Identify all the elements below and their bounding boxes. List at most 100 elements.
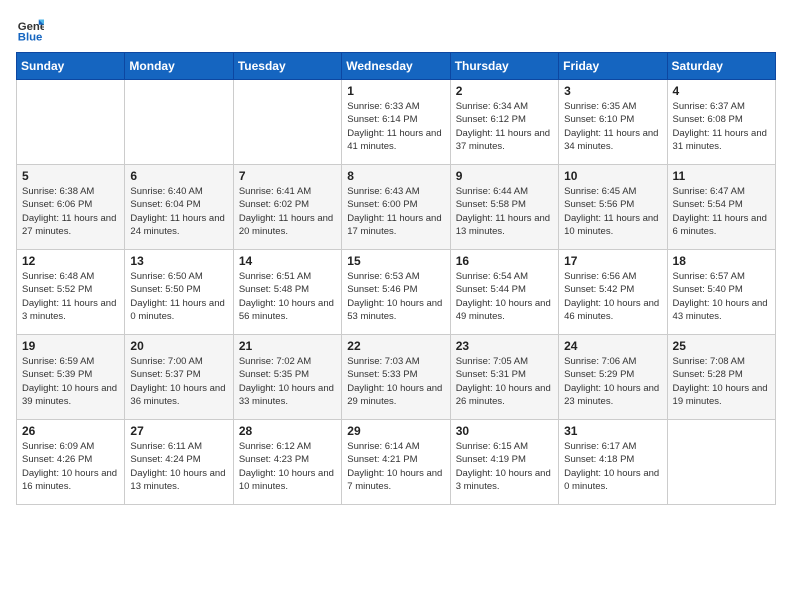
day-number: 23 (456, 339, 553, 353)
day-info: Sunrise: 6:11 AM Sunset: 4:24 PM Dayligh… (130, 440, 227, 493)
day-cell: 2Sunrise: 6:34 AM Sunset: 6:12 PM Daylig… (450, 80, 558, 165)
day-info: Sunrise: 6:47 AM Sunset: 5:54 PM Dayligh… (673, 185, 770, 238)
day-number: 25 (673, 339, 770, 353)
day-cell: 18Sunrise: 6:57 AM Sunset: 5:40 PM Dayli… (667, 250, 775, 335)
day-info: Sunrise: 6:35 AM Sunset: 6:10 PM Dayligh… (564, 100, 661, 153)
day-info: Sunrise: 6:51 AM Sunset: 5:48 PM Dayligh… (239, 270, 336, 323)
day-number: 21 (239, 339, 336, 353)
day-number: 7 (239, 169, 336, 183)
day-cell: 22 Sunrise: 7:03 AM Sunset: 5:33 PM Dayli… (342, 335, 450, 420)
header-sunday: Sunday (17, 53, 125, 80)
day-info: Sunrise: 6:37 AM Sunset: 6:08 PM Dayligh… (673, 100, 770, 153)
day-cell: 25 Sunrise: 7:08 AM Sunset: 5:28 PM Dayli… (667, 335, 775, 420)
header-saturday: Saturday (667, 53, 775, 80)
day-cell: 26Sunrise: 6:09 AM Sunset: 4:26 PM Dayli… (17, 420, 125, 505)
day-number: 28 (239, 424, 336, 438)
day-number: 4 (673, 84, 770, 98)
day-cell (125, 80, 233, 165)
day-cell: 29 Sunrise: 6:14 AM Sunset: 4:21 PM Dayli… (342, 420, 450, 505)
day-info: Sunrise: 6:41 AM Sunset: 6:02 PM Dayligh… (239, 185, 336, 238)
day-cell: 4 Sunrise: 6:37 AM Sunset: 6:08 PM Daylig… (667, 80, 775, 165)
day-cell: 9 Sunrise: 6:44 AM Sunset: 5:58 PM Daylig… (450, 165, 558, 250)
day-number: 15 (347, 254, 444, 268)
page-header: General Blue (16, 16, 776, 44)
week-row-5: 26Sunrise: 6:09 AM Sunset: 4:26 PM Dayli… (17, 420, 776, 505)
header-friday: Friday (559, 53, 667, 80)
day-number: 31 (564, 424, 661, 438)
day-number: 13 (130, 254, 227, 268)
day-info: Sunrise: 6:56 AM Sunset: 5:42 PM Dayligh… (564, 270, 661, 323)
day-info: Sunrise: 6:14 AM Sunset: 4:21 PM Dayligh… (347, 440, 444, 493)
day-cell: 20 Sunrise: 7:00 AM Sunset: 5:37 PM Dayli… (125, 335, 233, 420)
day-number: 12 (22, 254, 119, 268)
day-cell: 10 Sunrise: 6:45 AM Sunset: 5:56 PM Dayli… (559, 165, 667, 250)
day-number: 16 (456, 254, 553, 268)
day-cell: 13 Sunrise: 6:50 AM Sunset: 5:50 PM Dayli… (125, 250, 233, 335)
day-cell: 12 Sunrise: 6:48 AM Sunset: 5:52 PM Dayli… (17, 250, 125, 335)
day-cell: 14Sunrise: 6:51 AM Sunset: 5:48 PM Dayli… (233, 250, 341, 335)
week-row-1: 1Sunrise: 6:33 AM Sunset: 6:14 PM Daylig… (17, 80, 776, 165)
week-row-3: 12 Sunrise: 6:48 AM Sunset: 5:52 PM Dayli… (17, 250, 776, 335)
day-info: Sunrise: 6:54 AM Sunset: 5:44 PM Dayligh… (456, 270, 553, 323)
day-info: Sunrise: 6:34 AM Sunset: 6:12 PM Dayligh… (456, 100, 553, 153)
day-number: 9 (456, 169, 553, 183)
day-number: 24 (564, 339, 661, 353)
day-cell: 16 Sunrise: 6:54 AM Sunset: 5:44 PM Dayli… (450, 250, 558, 335)
week-row-4: 19Sunrise: 6:59 AM Sunset: 5:39 PM Dayli… (17, 335, 776, 420)
header-tuesday: Tuesday (233, 53, 341, 80)
day-cell: 6 Sunrise: 6:40 AM Sunset: 6:04 PM Daylig… (125, 165, 233, 250)
day-cell (233, 80, 341, 165)
day-info: Sunrise: 7:03 AM Sunset: 5:33 PM Dayligh… (347, 355, 444, 408)
day-info: Sunrise: 6:40 AM Sunset: 6:04 PM Dayligh… (130, 185, 227, 238)
day-cell: 19Sunrise: 6:59 AM Sunset: 5:39 PM Dayli… (17, 335, 125, 420)
day-cell: 7 Sunrise: 6:41 AM Sunset: 6:02 PM Daylig… (233, 165, 341, 250)
day-cell: 17Sunrise: 6:56 AM Sunset: 5:42 PM Dayli… (559, 250, 667, 335)
day-info: Sunrise: 6:50 AM Sunset: 5:50 PM Dayligh… (130, 270, 227, 323)
day-info: Sunrise: 6:38 AM Sunset: 6:06 PM Dayligh… (22, 185, 119, 238)
day-info: Sunrise: 6:45 AM Sunset: 5:56 PM Dayligh… (564, 185, 661, 238)
day-cell: 8 Sunrise: 6:43 AM Sunset: 6:00 PM Daylig… (342, 165, 450, 250)
day-info: Sunrise: 7:00 AM Sunset: 5:37 PM Dayligh… (130, 355, 227, 408)
day-info: Sunrise: 6:44 AM Sunset: 5:58 PM Dayligh… (456, 185, 553, 238)
calendar-header-row: SundayMondayTuesdayWednesdayThursdayFrid… (17, 53, 776, 80)
day-info: Sunrise: 6:43 AM Sunset: 6:00 PM Dayligh… (347, 185, 444, 238)
day-info: Sunrise: 6:17 AM Sunset: 4:18 PM Dayligh… (564, 440, 661, 493)
day-number: 26 (22, 424, 119, 438)
day-cell (667, 420, 775, 505)
day-cell: 21 Sunrise: 7:02 AM Sunset: 5:35 PM Dayli… (233, 335, 341, 420)
day-number: 22 (347, 339, 444, 353)
day-number: 3 (564, 84, 661, 98)
calendar-body: 1Sunrise: 6:33 AM Sunset: 6:14 PM Daylig… (17, 80, 776, 505)
day-number: 18 (673, 254, 770, 268)
day-number: 27 (130, 424, 227, 438)
day-info: Sunrise: 6:48 AM Sunset: 5:52 PM Dayligh… (22, 270, 119, 323)
day-info: Sunrise: 6:15 AM Sunset: 4:19 PM Dayligh… (456, 440, 553, 493)
logo-icon: General Blue (16, 16, 44, 44)
logo: General Blue (16, 16, 48, 44)
day-cell: 3 Sunrise: 6:35 AM Sunset: 6:10 PM Daylig… (559, 80, 667, 165)
day-number: 6 (130, 169, 227, 183)
day-number: 29 (347, 424, 444, 438)
day-info: Sunrise: 6:53 AM Sunset: 5:46 PM Dayligh… (347, 270, 444, 323)
day-number: 20 (130, 339, 227, 353)
day-number: 5 (22, 169, 119, 183)
day-number: 19 (22, 339, 119, 353)
day-cell: 11 Sunrise: 6:47 AM Sunset: 5:54 PM Dayli… (667, 165, 775, 250)
day-cell: 1Sunrise: 6:33 AM Sunset: 6:14 PM Daylig… (342, 80, 450, 165)
day-number: 8 (347, 169, 444, 183)
day-info: Sunrise: 6:33 AM Sunset: 6:14 PM Dayligh… (347, 100, 444, 153)
day-info: Sunrise: 7:08 AM Sunset: 5:28 PM Dayligh… (673, 355, 770, 408)
day-info: Sunrise: 7:05 AM Sunset: 5:31 PM Dayligh… (456, 355, 553, 408)
header-wednesday: Wednesday (342, 53, 450, 80)
day-info: Sunrise: 7:02 AM Sunset: 5:35 PM Dayligh… (239, 355, 336, 408)
calendar-table: SundayMondayTuesdayWednesdayThursdayFrid… (16, 52, 776, 505)
day-cell: 15 Sunrise: 6:53 AM Sunset: 5:46 PM Dayli… (342, 250, 450, 335)
day-number: 11 (673, 169, 770, 183)
day-cell (17, 80, 125, 165)
day-cell: 31 Sunrise: 6:17 AM Sunset: 4:18 PM Dayli… (559, 420, 667, 505)
day-info: Sunrise: 7:06 AM Sunset: 5:29 PM Dayligh… (564, 355, 661, 408)
day-cell: 30Sunrise: 6:15 AM Sunset: 4:19 PM Dayli… (450, 420, 558, 505)
svg-text:Blue: Blue (18, 32, 43, 44)
day-cell: 23 Sunrise: 7:05 AM Sunset: 5:31 PM Dayli… (450, 335, 558, 420)
day-number: 10 (564, 169, 661, 183)
